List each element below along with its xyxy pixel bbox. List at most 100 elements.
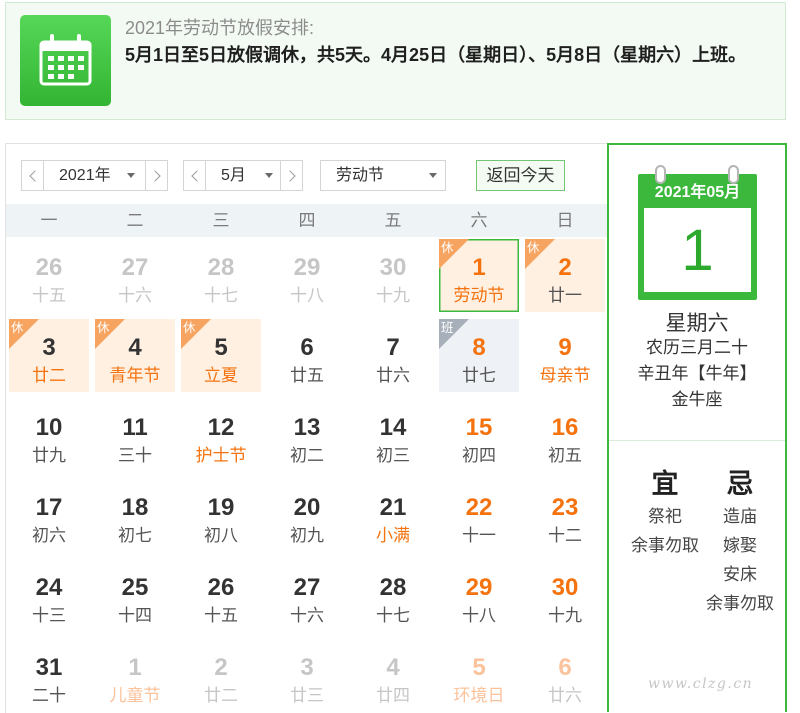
day-cell-other-month[interactable]: 29 十八 <box>264 237 350 317</box>
day-cell-box: 27 十六 <box>95 239 175 312</box>
day-cell-other-month[interactable]: 6 廿六 <box>522 637 608 712</box>
day-number: 7 <box>386 334 400 361</box>
day-number: 14 <box>379 414 407 441</box>
day-cell[interactable]: 21 小满 <box>350 477 436 557</box>
day-cell[interactable]: 13 初二 <box>264 397 350 477</box>
day-cell[interactable]: 10 廿九 <box>6 397 92 477</box>
day-cell[interactable]: 27 十六 <box>264 557 350 637</box>
yi-list: 祭祀 余事勿取 <box>628 502 702 560</box>
next-year-button[interactable] <box>145 160 168 191</box>
day-cell[interactable]: 23 十二 <box>522 477 608 557</box>
day-cell[interactable]: 24 十三 <box>6 557 92 637</box>
detail-ganzhi-year: 辛丑年【牛年】 <box>637 364 757 383</box>
day-cell[interactable]: 26 十五 <box>178 557 264 637</box>
day-cell[interactable]: 11 三十 <box>92 397 178 477</box>
card-ring-decoration <box>728 165 739 184</box>
day-cell[interactable]: 9 母亲节 <box>522 317 608 397</box>
next-month-button[interactable] <box>280 160 303 191</box>
day-cell[interactable]: 6 廿五 <box>264 317 350 397</box>
day-cell-other-month[interactable]: 5 环境日 <box>436 637 522 712</box>
lunar-label: 环境日 <box>453 686 505 705</box>
day-cell-box: 29 十八 <box>267 239 347 312</box>
day-cell[interactable]: 28 十七 <box>350 557 436 637</box>
holiday-select[interactable]: 劳动节 <box>320 160 446 191</box>
ji-label: 忌 <box>726 469 754 499</box>
yiji-item: 余事勿取 <box>706 594 774 613</box>
lunar-label: 廿一 <box>548 286 582 305</box>
date-card: 2021年05月 1 <box>638 174 757 300</box>
day-cell[interactable]: 30 十九 <box>522 557 608 637</box>
day-cell-other-month[interactable]: 30 十九 <box>350 237 436 317</box>
day-cell[interactable]: 12 护士节 <box>178 397 264 477</box>
prev-month-button[interactable] <box>183 160 206 191</box>
calendar-icon <box>20 15 111 106</box>
tag-label: 休 <box>441 241 454 255</box>
day-number: 12 <box>207 414 235 441</box>
day-cell-box: 休 2 廿一 <box>525 239 605 312</box>
day-cell[interactable]: 休 3 廿二 <box>6 317 92 397</box>
day-cell-other-month[interactable]: 2 廿二 <box>178 637 264 712</box>
day-number: 16 <box>551 414 579 441</box>
day-cell-other-month[interactable]: 26 十五 <box>6 237 92 317</box>
caret-down-icon <box>265 173 273 178</box>
lunar-label: 廿六 <box>548 686 582 705</box>
day-cell[interactable]: 休 1 劳动节 <box>436 237 522 317</box>
day-cell[interactable]: 25 十四 <box>92 557 178 637</box>
day-number: 4 <box>128 334 142 361</box>
day-detail-panel: 2021年05月 1 星期六 农历三月二十 辛丑年【牛年】 金牛座 宜 祭祀 余事… <box>607 143 787 712</box>
tag-label: 休 <box>183 321 196 335</box>
day-cell[interactable]: 31 二十 <box>6 637 92 712</box>
day-cell[interactable]: 29 十八 <box>436 557 522 637</box>
caret-down-icon <box>127 173 135 178</box>
prev-year-button[interactable] <box>21 160 44 191</box>
day-cell-box: 20 初九 <box>267 479 347 552</box>
year-select[interactable]: 2021年 <box>43 160 146 191</box>
date-card-day: 1 <box>681 217 714 283</box>
day-cell-other-month[interactable]: 4 廿四 <box>350 637 436 712</box>
lunar-label: 初八 <box>204 526 238 545</box>
day-cell-box: 1 儿童节 <box>95 639 175 712</box>
day-cell-other-month[interactable]: 1 儿童节 <box>92 637 178 712</box>
chevron-right-icon <box>148 169 161 182</box>
lunar-label: 护士节 <box>195 446 247 465</box>
day-cell[interactable]: 20 初九 <box>264 477 350 557</box>
day-number: 17 <box>35 494 63 521</box>
day-number: 13 <box>293 414 321 441</box>
day-cell-other-month[interactable]: 3 廿三 <box>264 637 350 712</box>
lunar-label: 初二 <box>290 446 324 465</box>
day-cell-other-month[interactable]: 28 十七 <box>178 237 264 317</box>
day-number: 24 <box>35 574 63 601</box>
day-cell[interactable]: 18 初七 <box>92 477 178 557</box>
day-number: 30 <box>551 574 579 601</box>
day-cell[interactable]: 22 十一 <box>436 477 522 557</box>
month-select[interactable]: 5月 <box>205 160 281 191</box>
day-cell-box: 10 廿九 <box>9 399 89 472</box>
day-cell[interactable]: 17 初六 <box>6 477 92 557</box>
day-cell[interactable]: 14 初三 <box>350 397 436 477</box>
day-cell[interactable]: 班 8 廿七 <box>436 317 522 397</box>
tag-label: 休 <box>527 241 540 255</box>
day-cell[interactable]: 休 2 廿一 <box>522 237 608 317</box>
day-cell-box: 5 环境日 <box>439 639 519 712</box>
day-cell-other-month[interactable]: 27 十六 <box>92 237 178 317</box>
lunar-label: 廿九 <box>32 446 66 465</box>
day-cell[interactable]: 休 4 青年节 <box>92 317 178 397</box>
lunar-label: 廿七 <box>462 366 496 385</box>
day-number: 22 <box>465 494 493 521</box>
day-cell-box: 班 8 廿七 <box>439 319 519 392</box>
day-cell[interactable]: 休 5 立夏 <box>178 317 264 397</box>
back-to-today-button[interactable]: 返回今天 <box>476 160 565 191</box>
lunar-label: 十八 <box>290 286 324 305</box>
day-cell[interactable]: 19 初八 <box>178 477 264 557</box>
lunar-label: 廿四 <box>376 686 410 705</box>
day-cell-box: 休 5 立夏 <box>181 319 261 392</box>
lunar-label: 十六 <box>290 606 324 625</box>
day-cell-box: 26 十五 <box>9 239 89 312</box>
day-cell[interactable]: 16 初五 <box>522 397 608 477</box>
day-number: 26 <box>207 574 235 601</box>
day-cell-box: 17 初六 <box>9 479 89 552</box>
day-cell[interactable]: 15 初四 <box>436 397 522 477</box>
day-cell-box: 25 十四 <box>95 559 175 632</box>
chevron-left-icon <box>190 169 203 182</box>
day-cell[interactable]: 7 廿六 <box>350 317 436 397</box>
